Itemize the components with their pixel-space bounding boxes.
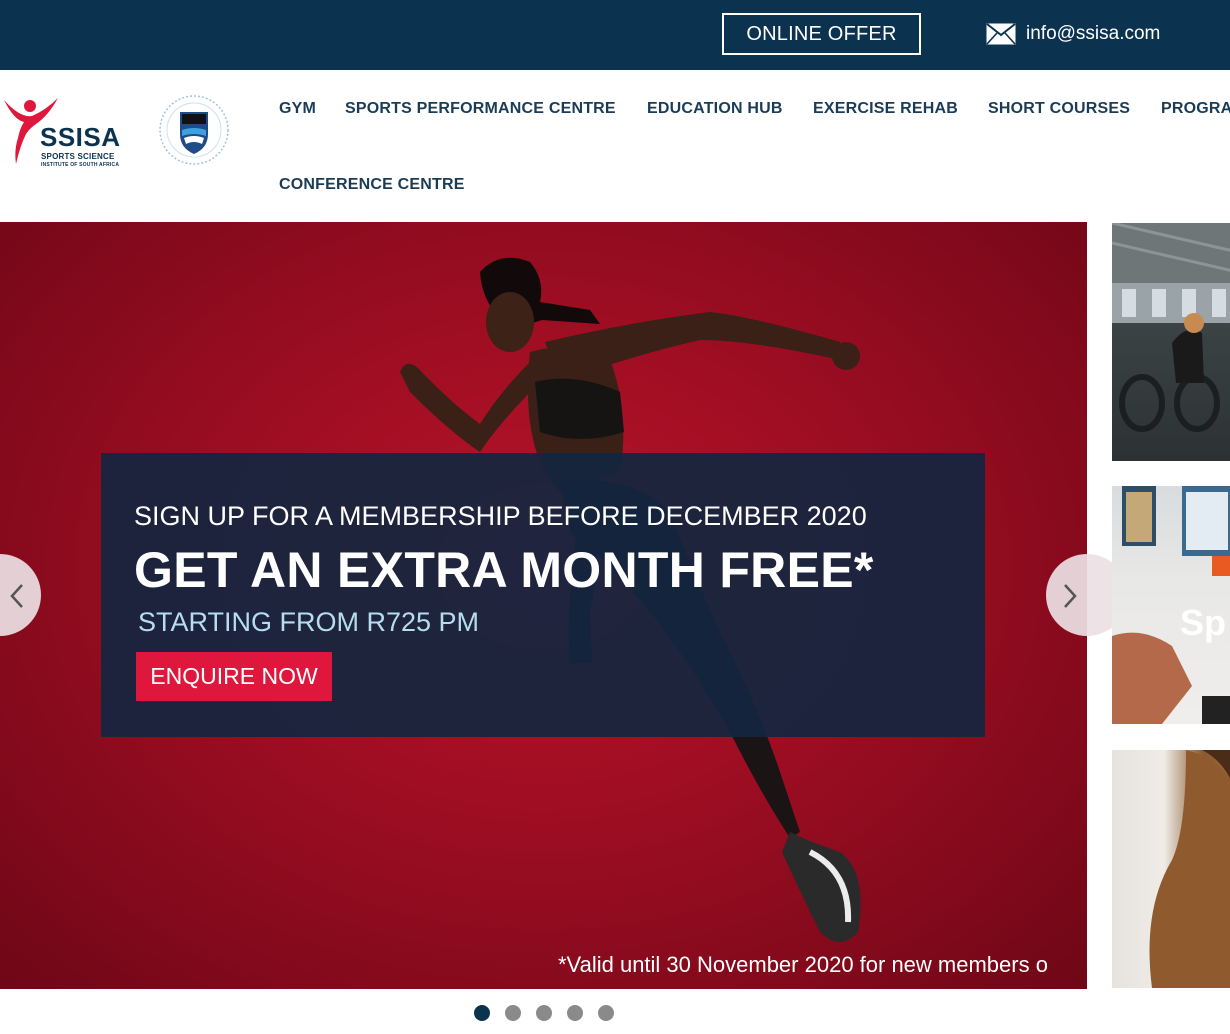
hero-slide: SIGN UP FOR A MEMBERSHIP BEFORE DECEMBER…: [0, 222, 1087, 989]
slider-dot-4[interactable]: [567, 1005, 583, 1021]
nav-item-gym[interactable]: GYM: [279, 100, 316, 118]
side-thumbnail-sports[interactable]: Sp: [1112, 486, 1230, 724]
ssisa-wordmark: SSISA: [40, 122, 121, 152]
gym-photo-image: [1112, 223, 1230, 432]
slider-dot-1[interactable]: [474, 1005, 490, 1021]
slider-dot-2[interactable]: [505, 1005, 521, 1021]
promo-title: GET AN EXTRA MONTH FREE*: [134, 542, 874, 598]
side-thumbnail-education[interactable]: [1112, 750, 1230, 988]
promo-banner: SIGN UP FOR A MEMBERSHIP BEFORE DECEMBER…: [101, 453, 985, 737]
promo-price: STARTING FROM R725 PM: [138, 607, 480, 637]
envelope-icon: [986, 23, 1016, 45]
email-link[interactable]: info@ssisa.com: [986, 20, 1160, 48]
email-address: info@ssisa.com: [1026, 23, 1161, 44]
online-offer-button[interactable]: ONLINE OFFER: [722, 13, 921, 55]
nav-item-programmes[interactable]: PROGRA: [1161, 100, 1230, 118]
nav-item-sports-performance-centre[interactable]: SPORTS PERFORMANCE CENTRE: [345, 100, 616, 118]
nav-item-education-hub[interactable]: EDUCATION HUB: [647, 100, 783, 118]
enquire-now-button[interactable]: ENQUIRE NOW: [136, 652, 332, 701]
chevron-left-icon: [10, 584, 23, 608]
nav-item-conference-centre[interactable]: CONFERENCE CENTRE: [279, 176, 465, 194]
promo-headline: SIGN UP FOR A MEMBERSHIP BEFORE DECEMBER…: [134, 501, 867, 531]
side-thumbnail-label: Sp: [1180, 602, 1227, 643]
main-navigation: GYM SPORTS PERFORMANCE CENTRE EDUCATION …: [279, 70, 1230, 222]
chevron-right-icon: [1064, 584, 1077, 608]
top-bar: ONLINE OFFER info@ssisa.com: [0, 0, 1230, 70]
uct-crest-logo[interactable]: [158, 94, 230, 166]
promo-fineprint: *Valid until 30 November 2020 for new me…: [558, 952, 1048, 977]
nav-item-short-courses[interactable]: SHORT COURSES: [988, 100, 1130, 118]
site-header: SSISA SPORTS SCIENCE INSTITUTE OF SOUTH …: [0, 70, 1230, 222]
ssisa-tagline: SPORTS SCIENCE: [41, 152, 115, 161]
slider-dot-5[interactable]: [598, 1005, 614, 1021]
university-crest-icon: [159, 95, 229, 165]
ssisa-subtagline: INSTITUTE OF SOUTH AFRICA: [41, 162, 120, 168]
nav-item-exercise-rehab[interactable]: EXERCISE REHAB: [813, 100, 958, 118]
side-thumbnail-gym[interactable]: [1112, 223, 1230, 461]
slider-dot-3[interactable]: [536, 1005, 552, 1021]
slider-pagination: [474, 1005, 614, 1021]
ssisa-logo[interactable]: SSISA SPORTS SCIENCE INSTITUTE OF SOUTH …: [0, 92, 124, 170]
person-photo-image: [1149, 750, 1230, 988]
